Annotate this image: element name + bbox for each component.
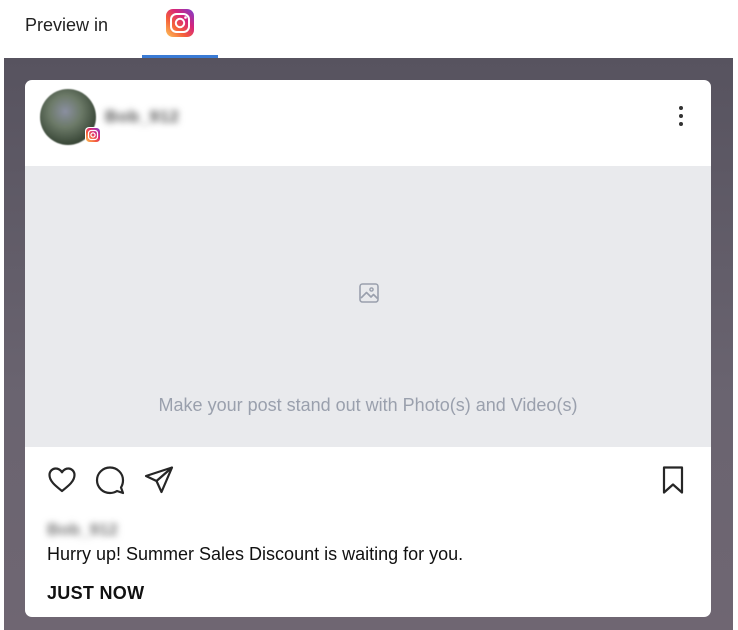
comment-bubble-icon[interactable] (95, 465, 125, 495)
instagram-icon (166, 9, 194, 42)
media-placeholder-text: Make your post stand out with Photo(s) a… (158, 395, 578, 415)
preview-tab-bar: Preview in (0, 0, 738, 58)
post-username[interactable]: Bob_912 (105, 107, 179, 127)
caption-username[interactable]: Bob_912 (47, 520, 118, 540)
heart-icon[interactable] (47, 465, 77, 495)
media-placeholder[interactable]: Make your post stand out with Photo(s) a… (25, 166, 711, 447)
preview-in-label: Preview in (25, 15, 109, 35)
tab-instagram[interactable] (142, 0, 218, 58)
post-header: Bob_912 (25, 80, 711, 166)
image-icon (358, 282, 380, 309)
post-actions (25, 447, 711, 517)
paper-plane-icon[interactable] (144, 465, 174, 495)
bookmark-icon[interactable] (658, 465, 688, 495)
post-caption: Hurry up! Summer Sales Discount is waiti… (47, 544, 464, 564)
more-options-icon[interactable] (675, 106, 687, 130)
instagram-badge-icon (85, 127, 101, 143)
instagram-post-card: Bob_912 Make your post stand out with Ph… (25, 80, 711, 617)
post-timestamp: JUST NOW (47, 583, 145, 603)
